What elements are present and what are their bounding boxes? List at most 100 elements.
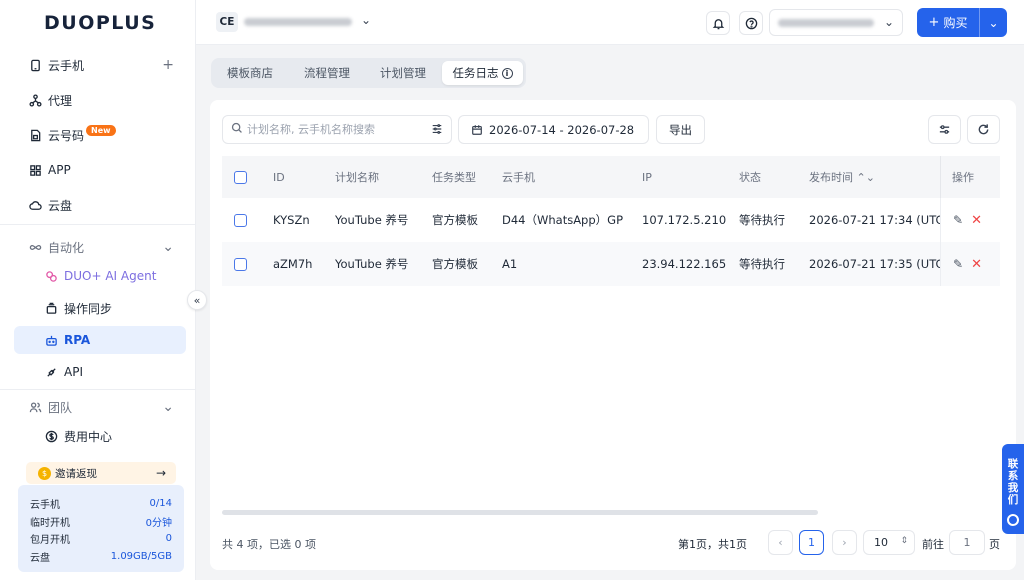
prev-page-button[interactable]: ‹ [768, 530, 793, 555]
chevron-down-icon[interactable]: ⌄ [361, 13, 371, 27]
sidebar-item-billing[interactable]: 费用中心 [14, 422, 186, 450]
goto-page-input[interactable] [949, 530, 985, 555]
cell-id: aZM7h [273, 257, 313, 271]
column-header-actions: 操作 [952, 171, 974, 184]
tab-label: 任务日志 [452, 66, 499, 80]
sidebar-item-api[interactable]: API [14, 358, 186, 386]
delete-icon[interactable]: ✕ [971, 213, 982, 228]
cell-time: 2026-07-21 17:34 (UTC+ [809, 213, 940, 227]
sidebar-item-cloud-disk[interactable]: 云盘 [14, 191, 186, 219]
team-name-blurred[interactable] [244, 15, 352, 28]
cell-actions: ✎ ✕ [940, 242, 1000, 286]
cell-status: 等待执行 [739, 213, 785, 227]
contact-char: 我 [1007, 482, 1019, 494]
usage-row: 云盘 1.09GB/5GB [30, 548, 172, 566]
cloud-icon [28, 198, 42, 212]
tab-template-store[interactable]: 模板商店 [214, 61, 286, 85]
select-all-checkbox[interactable] [234, 156, 247, 198]
cell-ip: 23.94.122.165 [642, 257, 727, 271]
users-icon [28, 400, 42, 414]
delete-icon[interactable]: ✕ [971, 257, 982, 272]
column-header-type: 任务类型 [432, 171, 476, 184]
table-row[interactable]: KYSZn YouTube 养号 官方模板 D44（WhatsApp）GP 10… [222, 198, 1000, 242]
usage-label: 包月开机 [30, 535, 70, 547]
sidebar-item-label: DUO+ AI Agent [64, 269, 157, 283]
column-settings-button[interactable] [928, 115, 961, 144]
sidebar-item-ai-agent[interactable]: DUO+ AI Agent [14, 262, 186, 290]
invite-banner[interactable]: $ 邀请返现 → [26, 462, 176, 484]
column-header-time[interactable]: 发布时间 ⌃⌄ [809, 156, 875, 198]
row-checkbox[interactable] [234, 242, 247, 286]
sort-caret-icon: ⇕ [900, 536, 908, 546]
horizontal-scrollbar[interactable] [222, 510, 818, 515]
column-header-phone: 云手机 [502, 171, 535, 184]
usage-value: 0/14 [149, 498, 172, 510]
goto-suffix: 页 [989, 538, 1000, 551]
header: CE ⌄ ⌄ + 购买 ⌄ [196, 0, 1024, 45]
sidebar-section-automation[interactable]: 自动化 ⌄ [14, 233, 186, 261]
goto-label: 前往 [922, 538, 944, 551]
table-row[interactable]: aZM7h YouTube 养号 官方模板 A1 23.94.122.165 等… [222, 242, 1000, 286]
sidebar-item-app[interactable]: APP [14, 156, 186, 184]
contact-us-button[interactable]: 联 系 我 们 [1002, 444, 1024, 534]
section-label: 自动化 [48, 240, 85, 255]
account-selector[interactable]: ⌄ [769, 9, 903, 36]
page-number-button[interactable]: 1 [799, 530, 824, 555]
chevron-down-icon: ⌄ [162, 239, 174, 255]
usage-panel: 云手机 0/14 临时开机 0分钟 包月开机 0 云盘 1.09GB/5GB [18, 485, 184, 572]
sidebar-item-label: 费用中心 [64, 429, 113, 444]
refresh-button[interactable] [967, 115, 1000, 144]
sidebar-item-proxy[interactable]: 代理 [14, 86, 186, 114]
infinity-icon [28, 240, 42, 254]
invite-label: 邀请返现 [55, 467, 97, 480]
add-icon[interactable]: + [162, 57, 174, 73]
sidebar-item-sync[interactable]: 操作同步 [14, 294, 186, 322]
page-info: 第1页，共1页 [678, 538, 747, 551]
team-avatar[interactable]: CE [216, 12, 238, 32]
info-icon[interactable]: i [501, 67, 513, 79]
tab-flow-management[interactable]: 流程管理 [290, 61, 364, 85]
next-page-button[interactable]: › [832, 530, 857, 555]
sidebar-item-label: 云盘 [48, 198, 73, 213]
help-icon[interactable] [739, 11, 763, 35]
sidebar-item-cloud-number[interactable]: 云号码 New [14, 121, 186, 149]
row-checkbox[interactable] [234, 198, 247, 242]
tab-task-log[interactable]: 任务日志 i [442, 61, 523, 85]
sidebar-item-label: 代理 [48, 93, 73, 108]
sidebar-item-cloud-phone[interactable]: 云手机 + [14, 51, 186, 79]
sidebar-item-label: API [64, 365, 83, 379]
edit-icon[interactable]: ✎ [953, 213, 963, 227]
usage-value: 0 [165, 533, 172, 545]
buy-button[interactable]: + 购买 ⌄ [917, 8, 1007, 37]
usage-row: 临时开机 0分钟 [30, 513, 172, 531]
filter-icon[interactable] [431, 123, 443, 138]
cell-phone: A1 [502, 257, 518, 271]
usage-label: 云手机 [30, 500, 60, 512]
tab-bar: 模板商店 流程管理 计划管理 任务日志 i [211, 58, 526, 88]
search-input[interactable] [247, 123, 422, 136]
refresh-icon [978, 124, 989, 135]
sidebar-item-label: 云号码 [48, 128, 85, 143]
sidebar-section-team[interactable]: 团队 ⌄ [14, 393, 186, 421]
buy-label: 购买 [943, 16, 968, 30]
chevron-down-icon[interactable]: ⌄ [980, 8, 1007, 37]
export-button[interactable]: 导出 [656, 115, 705, 144]
buy-main[interactable]: + 购买 [917, 8, 979, 37]
date-range-picker[interactable]: 2026-07-14 - 2026-07-28 [458, 115, 649, 144]
page-size-select[interactable]: 10 ⇕ [863, 530, 915, 555]
contact-char: 系 [1007, 470, 1019, 482]
bell-icon[interactable] [706, 11, 730, 35]
dollar-icon [44, 429, 58, 443]
tab-plan-management[interactable]: 计划管理 [368, 61, 438, 85]
search-box[interactable] [222, 115, 452, 144]
chevron-down-icon: ⌄ [883, 15, 894, 29]
collapse-sidebar-button[interactable]: « [187, 290, 207, 310]
usage-value: 1.09GB/5GB [110, 550, 172, 562]
edit-icon[interactable]: ✎ [953, 257, 963, 271]
sidebar-item-rpa[interactable]: RPA [14, 326, 186, 354]
date-range-value: 2026-07-14 - 2026-07-28 [489, 122, 635, 137]
logo: DUOPLUS [44, 12, 157, 34]
sync-icon [44, 301, 58, 315]
contact-char: 们 [1007, 494, 1019, 506]
usage-value: 0分钟 [145, 517, 172, 529]
